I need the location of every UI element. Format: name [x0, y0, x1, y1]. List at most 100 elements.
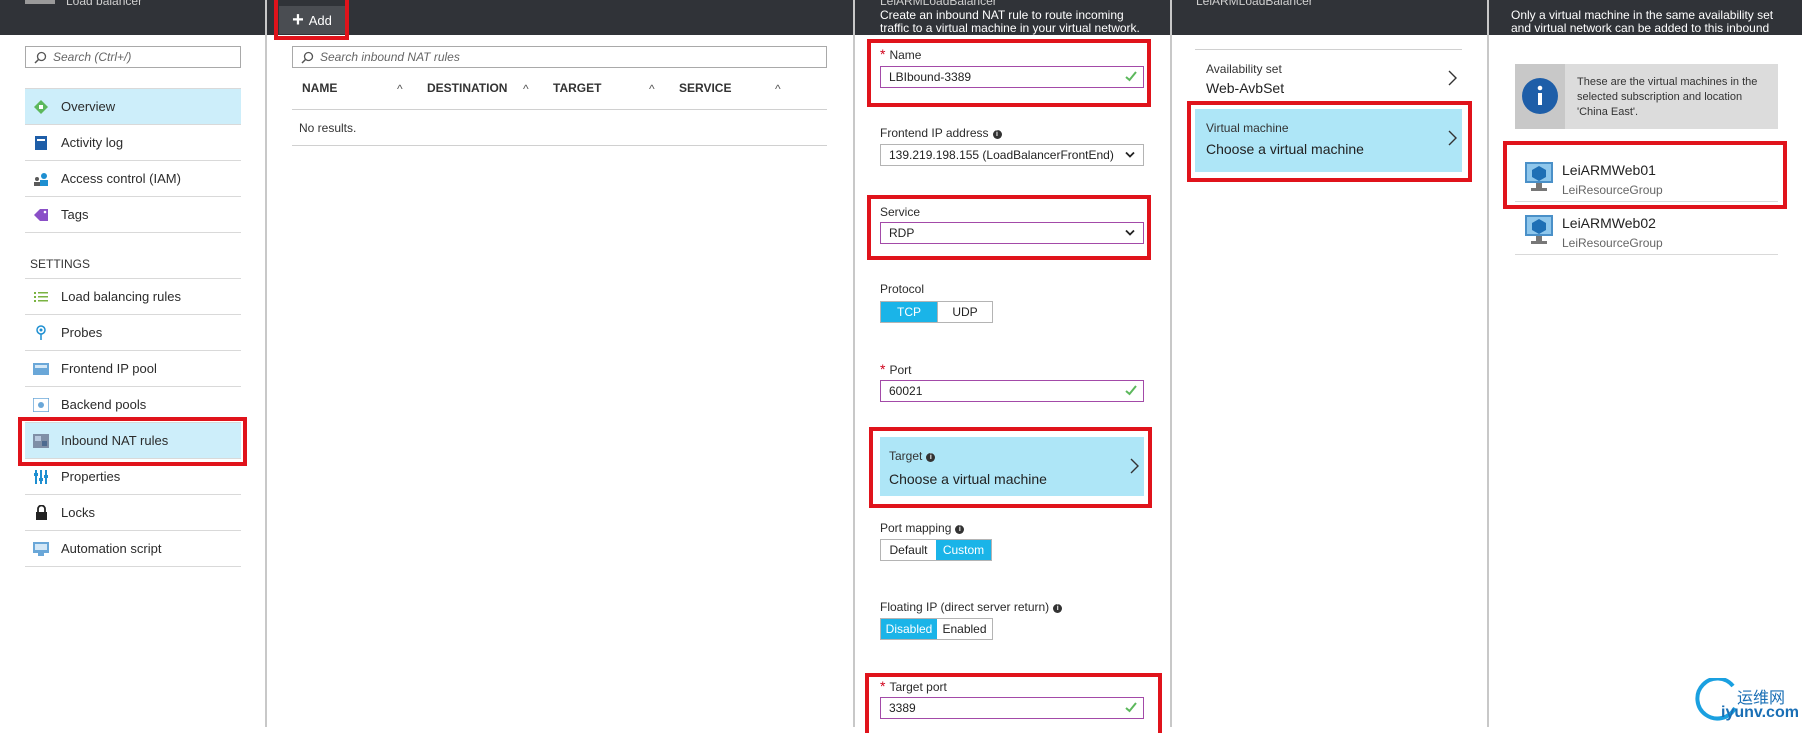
blade-divider: [265, 0, 267, 727]
floating-ip-option-enabled[interactable]: Enabled: [937, 619, 992, 639]
sidebar-item-overview[interactable]: Overview: [25, 89, 241, 125]
tag-icon: [33, 207, 49, 223]
sidebar-item-label: Access control (IAM): [61, 171, 181, 186]
frontend-icon: [33, 361, 49, 377]
floating-ip-label-text: Floating IP (direct server return): [880, 600, 1050, 614]
sidebar-item-locks[interactable]: Locks: [25, 495, 241, 531]
column-header-service[interactable]: SERVICE: [679, 81, 731, 95]
sort-caret-icon[interactable]: ^: [775, 82, 781, 96]
blade5-desc-1: Only a virtual machine in the same avail…: [1511, 8, 1774, 22]
lock-icon: [33, 505, 49, 521]
top-bar: Load balancer + Add LeiARMLoadBalancer C…: [0, 0, 1802, 35]
port-mapping-option-custom[interactable]: Custom: [936, 540, 991, 560]
search-icon: [301, 51, 314, 64]
info-banner-text: These are the virtual machines in the se…: [1577, 76, 1758, 118]
port-field[interactable]: 60021: [880, 380, 1144, 402]
highlight-name-field: [867, 39, 1151, 107]
search-icon: [34, 51, 47, 64]
highlight-add-button: [274, 0, 349, 40]
port-field-value: 60021: [889, 384, 923, 398]
iam-icon: [33, 171, 49, 187]
probe-icon: [33, 324, 49, 341]
info-banner: These are the virtual machines in the se…: [1515, 64, 1778, 129]
sidebar-item-automation-script[interactable]: Automation script: [25, 531, 241, 567]
highlight-service-field: [867, 195, 1151, 260]
watermark: 运维网 iyunv.com: [1695, 676, 1799, 724]
highlight-vm-picker: [1187, 101, 1472, 182]
info-circle-icon: [1522, 78, 1558, 114]
activity-log-icon: [33, 135, 49, 151]
blade-divider: [1487, 0, 1489, 727]
floating-ip-toggle[interactable]: Disabled Enabled: [880, 618, 993, 640]
properties-icon: [33, 469, 49, 485]
blade-divider: [1170, 0, 1172, 727]
sidebar-item-tags[interactable]: Tags: [25, 197, 241, 233]
port-label-text: Port: [889, 363, 912, 377]
protocol-option-tcp[interactable]: TCP: [881, 302, 937, 322]
sidebar-item-label: Probes: [61, 325, 103, 340]
list-icon: [33, 289, 49, 305]
column-header-target[interactable]: TARGET: [553, 81, 601, 95]
sidebar-item-label: Automation script: [61, 541, 162, 556]
sort-caret-icon[interactable]: ^: [397, 82, 403, 96]
blade5-desc-2: and virtual network can be added to this…: [1511, 21, 1770, 35]
chevron-down-icon: [1125, 151, 1135, 158]
sidebar-search-placeholder: Search (Ctrl+/): [53, 50, 132, 64]
sidebar-item-activity-log[interactable]: Activity log: [25, 125, 241, 161]
sidebar-item-label: Locks: [61, 505, 95, 520]
highlight-nat-rules-item: [18, 417, 247, 466]
sidebar-item-label: Frontend IP pool: [61, 361, 157, 376]
availability-set-value: Web-AvbSet: [1206, 80, 1285, 96]
virtual-machine-icon: [1525, 215, 1553, 244]
vm-resource-group: LeiResourceGroup: [1562, 236, 1663, 250]
column-header-destination[interactable]: DESTINATION: [427, 81, 507, 95]
availability-set-row[interactable]: Availability set Web-AvbSet: [1195, 50, 1462, 100]
sidebar-item-label: Properties: [61, 469, 121, 484]
port-label: * Port: [880, 361, 911, 377]
info-icon: i: [992, 130, 1002, 139]
port-mapping-option-default[interactable]: Default: [881, 540, 936, 560]
floating-ip-label: Floating IP (direct server return) i: [880, 600, 1063, 614]
sidebar-item-iam[interactable]: Access control (IAM): [25, 161, 241, 197]
sidebar-item-probes[interactable]: Probes: [25, 315, 241, 351]
required-marker: *: [880, 361, 886, 377]
nat-rules-search[interactable]: Search inbound NAT rules: [292, 46, 827, 68]
sort-caret-icon[interactable]: ^: [649, 82, 655, 96]
backend-icon: [33, 397, 49, 413]
sidebar-item-load-balancing-rules[interactable]: Load balancing rules: [25, 279, 241, 315]
overview-icon: [33, 99, 49, 115]
sidebar-item-label: Tags: [61, 207, 89, 222]
vm-list-item[interactable]: LeiARMWeb02 LeiResourceGroup: [1515, 203, 1778, 255]
availability-set-label: Availability set: [1206, 62, 1282, 76]
frontend-ip-value: 139.219.198.155 (LoadBalancerFrontEnd): [889, 148, 1114, 162]
blade3-desc-2: traffic to a virtual machine in your vir…: [880, 21, 1140, 35]
info-icon: i: [1053, 604, 1063, 613]
nat-rules-search-placeholder: Search inbound NAT rules: [320, 50, 460, 64]
settings-section-label: SETTINGS: [30, 257, 91, 271]
protocol-option-udp[interactable]: UDP: [937, 302, 992, 322]
sidebar-item-label: Load balancing rules: [61, 289, 181, 304]
watermark-text-url: iyunv.com: [1721, 704, 1799, 721]
sort-caret-icon[interactable]: ^: [523, 82, 529, 96]
sidebar-item-label: Activity log: [61, 135, 124, 150]
table-header-divider: [292, 109, 827, 110]
port-mapping-label: Port mapping i: [880, 521, 965, 535]
port-mapping-toggle[interactable]: Default Custom: [880, 539, 992, 561]
blade3-desc-1: Create an inbound NAT rule to route inco…: [880, 8, 1124, 22]
blade3-title: LeiARMLoadBalancer: [880, 0, 997, 8]
floating-ip-option-disabled[interactable]: Disabled: [881, 619, 937, 639]
vm-name: LeiARMWeb02: [1562, 215, 1656, 231]
blade-icon: [25, 0, 55, 4]
empty-results-text: No results.: [299, 121, 357, 135]
column-header-name[interactable]: NAME: [302, 81, 337, 95]
protocol-toggle[interactable]: TCP UDP: [880, 301, 993, 323]
sidebar-item-frontend-ip-pool[interactable]: Frontend IP pool: [25, 351, 241, 387]
table-divider: [292, 145, 827, 146]
sidebar-item-label: Backend pools: [61, 397, 147, 412]
blade4-title: LeiARMLoadBalancer: [1196, 0, 1313, 8]
check-icon: [1125, 385, 1137, 396]
frontend-ip-select[interactable]: 139.219.198.155 (LoadBalancerFrontEnd): [880, 144, 1144, 166]
port-mapping-label-text: Port mapping: [880, 521, 952, 535]
sidebar-search[interactable]: Search (Ctrl+/): [25, 46, 241, 68]
sidebar-item-label: Overview: [61, 99, 116, 114]
